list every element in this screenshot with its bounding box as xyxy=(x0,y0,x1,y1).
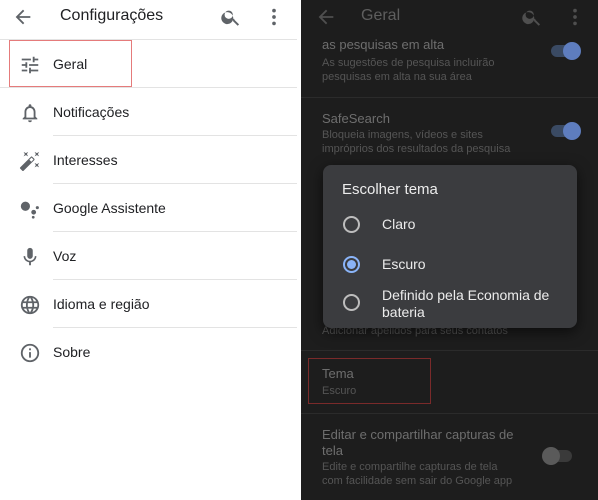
back-arrow-icon[interactable] xyxy=(12,6,34,28)
option-label: Claro xyxy=(382,216,416,232)
menu-item-sobre[interactable]: Sobre xyxy=(0,328,297,376)
setting-subtitle: com facilidade sem sair do Google app xyxy=(322,475,513,487)
option-label: Escuro xyxy=(382,256,426,272)
setting-subtitle: Edite e compartilhe capturas de tela xyxy=(322,461,498,473)
menu-item-interesses[interactable]: Interesses xyxy=(0,136,297,184)
back-arrow-icon[interactable] xyxy=(315,6,337,28)
toggle-thumb xyxy=(563,122,581,140)
divider xyxy=(301,413,598,414)
option-label: bateria xyxy=(382,304,425,320)
radio-button[interactable] xyxy=(343,216,360,233)
menu-item-voz[interactable]: Voz xyxy=(0,232,297,280)
menu-item-notificacoes[interactable]: Notificações xyxy=(0,88,297,136)
safesearch-toggle[interactable] xyxy=(551,122,581,140)
menu-item-label: Notificações xyxy=(53,104,130,120)
menu-item-google-assistente[interactable]: Google Assistente xyxy=(0,184,297,232)
setting-subtitle: Bloqueia imagens, vídeos e sites xyxy=(322,129,483,141)
menu-item-label: Sobre xyxy=(53,344,91,360)
menu-item-label: Google Assistente xyxy=(53,200,166,216)
radio-button[interactable] xyxy=(343,294,360,311)
info-icon xyxy=(20,343,40,363)
general-settings-dark: Geral as pesquisas em alta As sugestões … xyxy=(301,0,598,500)
setting-subtitle: As sugestões de pesquisa incluirão xyxy=(322,57,495,69)
selection-highlight xyxy=(308,358,431,404)
edit-screenshots-toggle[interactable] xyxy=(542,447,572,465)
radio-button-selected[interactable] xyxy=(343,256,360,273)
settings-screen-light: Configurações Geral Notificações Interes… xyxy=(0,0,297,500)
setting-subtitle: pesquisas em alta na sua área xyxy=(322,71,472,83)
setting-title: as pesquisas em alta xyxy=(322,37,445,52)
toggle-thumb xyxy=(563,42,581,60)
bell-icon xyxy=(22,104,38,123)
option-label: Definido pela Economia de xyxy=(382,287,550,303)
setting-title: tela xyxy=(322,443,343,458)
menu-item-idioma-regiao[interactable]: Idioma e região xyxy=(0,280,297,328)
globe-icon xyxy=(20,295,40,315)
theme-option-battery-saver[interactable]: Definido pela Economia de bateria xyxy=(323,287,577,325)
search-icon[interactable] xyxy=(220,6,242,28)
more-vert-icon[interactable] xyxy=(564,6,586,28)
selection-highlight xyxy=(9,40,132,87)
search-icon[interactable] xyxy=(521,6,543,28)
page-title: Configurações xyxy=(60,7,164,24)
more-vert-icon[interactable] xyxy=(263,6,285,28)
assistant-icon xyxy=(20,201,39,219)
trending-searches-toggle[interactable] xyxy=(551,42,581,60)
theme-option-claro[interactable]: Claro xyxy=(323,213,577,247)
setting-title: Editar e compartilhar capturas de xyxy=(322,427,514,442)
app-bar: Geral xyxy=(301,0,598,34)
menu-item-label: Idioma e região xyxy=(53,296,150,312)
menu-item-label: Voz xyxy=(53,248,77,264)
toggle-thumb xyxy=(542,447,560,465)
mic-icon xyxy=(23,247,37,266)
theme-option-escuro[interactable]: Escuro xyxy=(323,253,577,287)
setting-subtitle: impróprios dos resultados da pesquisa xyxy=(322,143,511,155)
divider xyxy=(301,97,598,98)
choose-theme-dialog: Escolher tema Claro Escuro Definido pela… xyxy=(323,165,577,328)
setting-title: SafeSearch xyxy=(322,111,390,126)
magic-wand-icon xyxy=(19,151,40,171)
divider xyxy=(301,350,598,351)
app-bar: Configurações xyxy=(0,0,297,34)
dialog-title: Escolher tema xyxy=(342,181,438,198)
radio-dot xyxy=(347,260,356,269)
page-title: Geral xyxy=(361,7,401,24)
menu-item-label: Interesses xyxy=(53,152,118,168)
